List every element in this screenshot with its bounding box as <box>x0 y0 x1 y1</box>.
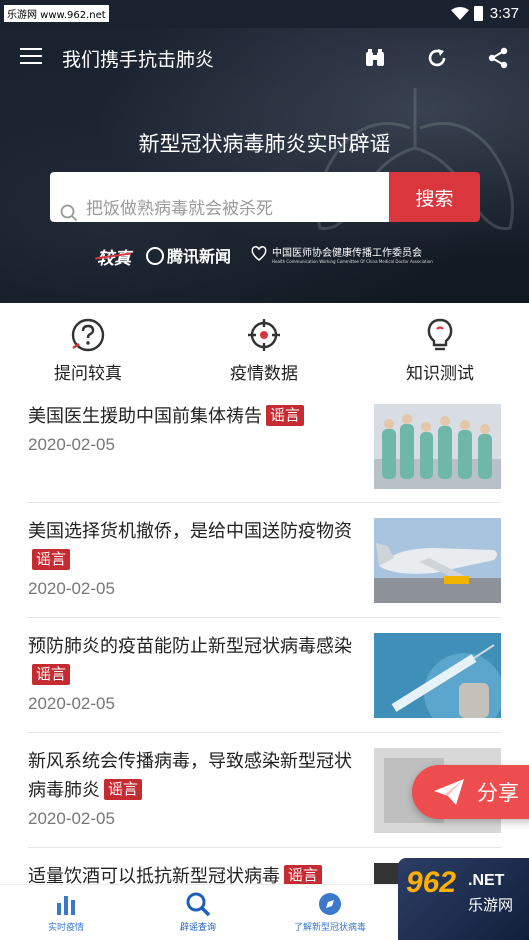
battery-icon <box>474 6 483 21</box>
rumor-tag: 谣言 <box>284 865 323 884</box>
tencent-logo-icon <box>146 247 164 265</box>
association-name-cn: 中国医师协会健康传播工作委员会 <box>272 248 422 259</box>
cargo-plane-photo <box>374 518 501 603</box>
association-logo: 中国医师协会健康传播工作委员会 Health Communication Wor… <box>250 244 433 264</box>
nav-realtime[interactable]: 实时疫情 <box>6 891 126 933</box>
news-item[interactable]: 美国选择货机撤侨，是给中国送防疫物资谣言 2020-02-05 <box>0 503 529 618</box>
nav-realtime-label: 实时疫情 <box>47 923 84 933</box>
vaccine-syringe-photo <box>374 633 501 718</box>
feature-ask[interactable]: 提问较真 <box>23 317 153 384</box>
site-watermark: 乐游网 www.962.net <box>4 5 109 22</box>
hero-title: 新型冠状病毒肺炎实时辟谣 <box>138 132 391 156</box>
hero-banner: 我们携手抗击肺炎 新型冠状病毒肺炎实时辟谣 搜索 <box>0 28 529 303</box>
news-title-text: 适量饮酒可以抵抗新型冠状病毒 <box>28 866 280 884</box>
compass-icon <box>319 893 341 915</box>
news-title-text: 预防肺炎的疫苗能防止新型冠状病毒感染 <box>28 636 352 657</box>
feature-data-label: 疫情数据 <box>230 364 298 384</box>
partner-logos: 较真 腾讯新闻 中国医师协会健康传播工作委员会 Health Communica… <box>0 240 529 270</box>
rumor-tag: 谣言 <box>104 779 143 800</box>
feature-quiz-label: 知识测试 <box>406 364 474 384</box>
feature-quiz[interactable]: 知识测试 <box>375 317 505 384</box>
share-float-button[interactable]: 分享 <box>412 765 529 819</box>
crosshair-icon <box>248 319 280 351</box>
nav-learn-label: 了解新型冠状病毒 <box>293 923 366 933</box>
watermark-962-cn: 乐游网 <box>468 896 514 914</box>
app-title: 我们携手抗击肺炎 <box>62 49 215 71</box>
news-title-text: 新风系统会传播病毒，导致感染新型冠状病毒肺炎 <box>28 751 352 801</box>
toolbar: 我们携手抗击肺炎 <box>0 28 529 88</box>
news-date: 2020-02-05 <box>28 694 115 713</box>
news-date: 2020-02-05 <box>28 579 115 598</box>
news-title: 适量饮酒可以抵抗新型冠状病毒 谣言 <box>28 862 358 884</box>
tencent-news-label: 腾讯新闻 <box>167 247 232 266</box>
news-title: 美国医生援助中国前集体祷告 谣言 <box>28 402 358 431</box>
nav-rumor-search-label: 辟谣查询 <box>179 923 216 933</box>
site-watermark-962: 962 .NET 乐游网 <box>398 858 529 940</box>
news-title: 新风系统会传播病毒，导致感染新型冠状病毒肺炎 谣言 <box>28 747 358 805</box>
search-button[interactable]: 搜索 <box>389 172 480 222</box>
rumor-tag: 谣言 <box>266 405 305 426</box>
lightbulb-icon <box>427 318 453 351</box>
search-input-wrapper <box>50 172 390 222</box>
question-icon <box>71 318 105 352</box>
association-emblem-icon <box>251 245 267 261</box>
doctors-praying-photo <box>374 404 501 489</box>
tencent-news-logo: 腾讯新闻 <box>146 243 231 267</box>
nav-rumor-search[interactable]: 辟谣查询 <box>138 891 258 933</box>
share-float-label: 分享 <box>477 781 519 805</box>
search-input[interactable] <box>86 198 382 220</box>
bar-chart-icon <box>57 896 75 915</box>
news-date: 2020-02-05 <box>28 809 115 828</box>
news-title-text: 美国选择货机撤侨，是给中国送防疫物资 <box>28 521 352 542</box>
search-icon <box>60 204 78 222</box>
rumor-tag: 谣言 <box>32 664 71 685</box>
rumor-tag: 谣言 <box>32 549 71 570</box>
news-item[interactable]: 预防肺炎的疫苗能防止新型冠状病毒感染谣言 2020-02-05 <box>0 618 529 733</box>
status-time: 3:37 <box>489 5 519 22</box>
news-title: 预防肺炎的疫苗能防止新型冠状病毒感染谣言 <box>28 632 358 690</box>
status-bar: 乐游网 www.962.net 3:37 <box>0 0 529 28</box>
feature-row: 提问较真 疫情数据 知识测试 <box>0 303 529 385</box>
wifi-icon <box>451 7 469 20</box>
share-icon[interactable] <box>486 46 510 70</box>
feature-ask-label: 提问较真 <box>54 364 122 384</box>
news-title-text: 美国医生援助中国前集体祷告 <box>28 406 262 427</box>
refresh-icon[interactable] <box>425 46 449 70</box>
paper-plane-icon <box>434 779 464 805</box>
jiaozhen-logo: 较真 <box>97 244 131 269</box>
binoculars-icon[interactable] <box>363 46 387 70</box>
news-item[interactable]: 美国医生援助中国前集体祷告 谣言 2020-02-05 <box>0 388 529 503</box>
search-box: 搜索 <box>50 172 480 222</box>
news-date: 2020-02-05 <box>28 435 115 454</box>
menu-icon[interactable] <box>20 48 42 66</box>
nav-learn[interactable]: 了解新型冠状病毒 <box>270 891 390 933</box>
news-title: 美国选择货机撤侨，是给中国送防疫物资谣言 <box>28 517 358 575</box>
association-name-en: Health Communication Working Committee O… <box>272 259 433 264</box>
watermark-962-net: .NET <box>468 872 505 889</box>
watermark-962-number: 962 <box>406 866 457 899</box>
search-icon <box>186 892 211 917</box>
feature-data[interactable]: 疫情数据 <box>199 317 329 384</box>
